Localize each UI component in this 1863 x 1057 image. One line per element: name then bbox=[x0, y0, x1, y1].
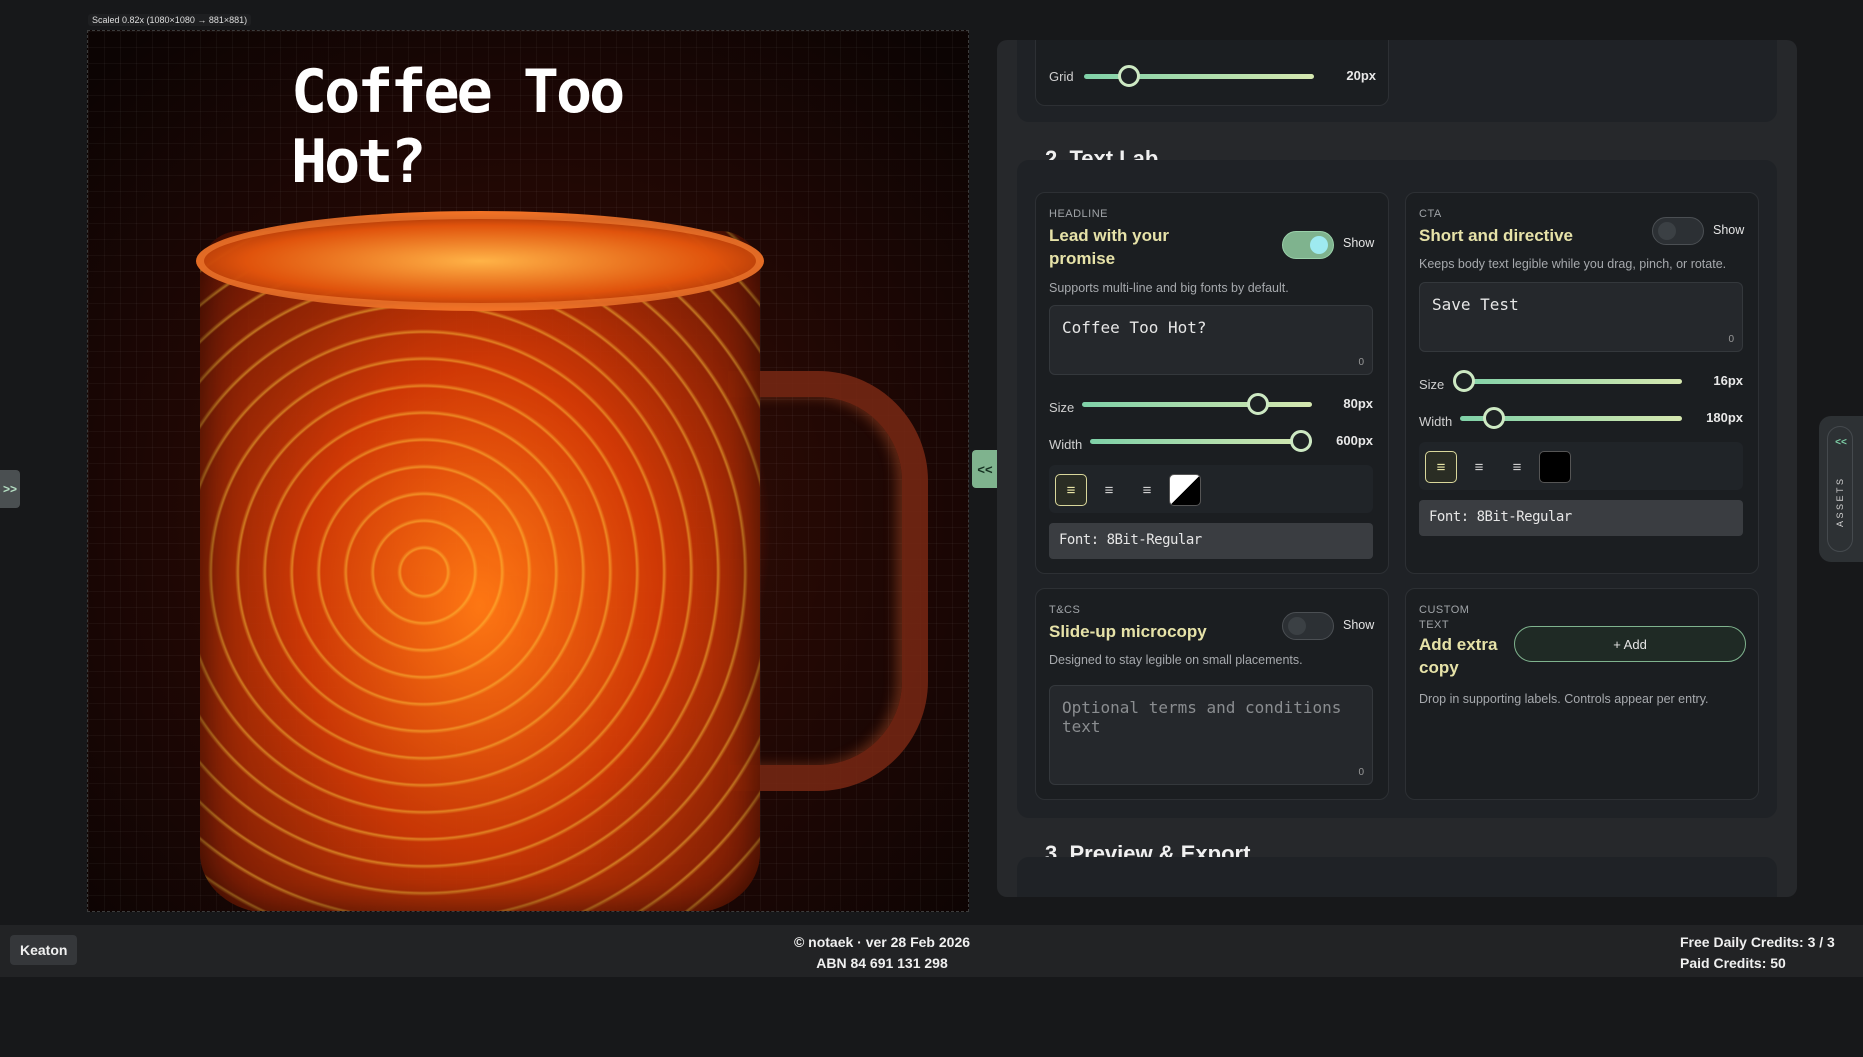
headline-size-thumb[interactable] bbox=[1247, 393, 1269, 415]
tcs-textarea[interactable]: Optional terms and conditions text 0 bbox=[1049, 685, 1373, 785]
align-right-icon[interactable]: ≡ bbox=[1131, 474, 1163, 506]
tcs-card-title: Slide-up microcopy bbox=[1049, 622, 1207, 641]
footer-copyright: © notaek · ver 28 Feb 2026 ABN 84 691 13… bbox=[700, 932, 1064, 974]
toggle-knob bbox=[1310, 236, 1328, 254]
headline-font-select[interactable]: Font: 8Bit-Regular bbox=[1049, 523, 1373, 559]
cta-size-label: Size bbox=[1419, 377, 1445, 392]
cta-eyebrow: CTA bbox=[1419, 208, 1442, 220]
collapse-panel-button[interactable]: << bbox=[972, 450, 998, 488]
headline-width-thumb[interactable] bbox=[1290, 430, 1312, 452]
lava-mug-image bbox=[200, 231, 760, 911]
cta-size-value: 16px bbox=[1713, 373, 1743, 388]
grid-slider-thumb[interactable] bbox=[1118, 65, 1140, 87]
headline-char-count: 0 bbox=[1358, 357, 1364, 368]
tcs-eyebrow: T&CS bbox=[1049, 604, 1081, 616]
cta-align-row: ≡ ≡ ≡ bbox=[1419, 442, 1743, 490]
tcs-card: T&CS Slide-up microcopy Show Designed to… bbox=[1035, 588, 1389, 800]
cta-text-value: Save Test bbox=[1432, 295, 1519, 314]
free-credits: Free Daily Credits: 3 / 3 bbox=[1680, 934, 1835, 950]
mug-rim-image bbox=[196, 211, 764, 311]
cta-width-label: Width bbox=[1419, 414, 1453, 429]
tcs-description: Designed to stay legible on small placem… bbox=[1049, 653, 1303, 667]
cta-card: CTA Short and directive Show Keeps body … bbox=[1405, 192, 1759, 574]
tcs-show-label: Show bbox=[1343, 618, 1375, 632]
tcs-char-count: 0 bbox=[1358, 767, 1364, 778]
layout-section: Grid 20px bbox=[1017, 40, 1777, 122]
cta-size-track[interactable] bbox=[1454, 379, 1682, 384]
toggle-knob bbox=[1658, 222, 1676, 240]
assets-label: ASSETS bbox=[1835, 476, 1845, 527]
headline-textarea[interactable]: Coffee Too Hot? 0 bbox=[1049, 305, 1373, 375]
align-center-icon[interactable]: ≡ bbox=[1093, 474, 1125, 506]
add-custom-text-button[interactable]: + Add bbox=[1514, 626, 1746, 662]
headline-show-toggle[interactable] bbox=[1282, 231, 1334, 259]
design-canvas[interactable]: Coffee Too Hot? bbox=[87, 30, 969, 912]
cta-char-count: 0 bbox=[1728, 334, 1734, 345]
preview-export-section bbox=[1017, 857, 1777, 897]
cta-description: Keeps body text legible while you drag, … bbox=[1419, 257, 1727, 271]
assets-drawer-tab[interactable]: << ASSETS bbox=[1819, 416, 1863, 562]
headline-eyebrow: HEADLINE bbox=[1049, 208, 1109, 220]
headline-width-label: Width bbox=[1049, 437, 1083, 452]
cta-color-swatch[interactable] bbox=[1539, 451, 1571, 483]
custom-description: Drop in supporting labels. Controls appe… bbox=[1419, 692, 1709, 706]
toggle-knob bbox=[1288, 617, 1306, 635]
headline-size-track[interactable] bbox=[1082, 402, 1312, 407]
custom-eyebrow-line1: CUSTOM bbox=[1419, 604, 1470, 616]
headline-text-value: Coffee Too Hot? bbox=[1062, 318, 1207, 337]
headline-card-title: Lead with your promise bbox=[1049, 226, 1169, 268]
expand-left-panel-button[interactable]: >> bbox=[0, 470, 20, 508]
grid-value: 20px bbox=[1346, 68, 1376, 83]
align-left-icon[interactable]: ≡ bbox=[1055, 474, 1087, 506]
cta-width-value: 180px bbox=[1706, 410, 1743, 425]
text-lab-section: HEADLINE Lead with your promise Show Sup… bbox=[1017, 160, 1777, 818]
user-chip[interactable]: Keaton bbox=[10, 935, 78, 965]
headline-size-value: 80px bbox=[1343, 396, 1373, 411]
app-root: Scaled 0.82x (1080×1080 → 881×881) Coffe… bbox=[0, 0, 1863, 1057]
headline-align-row: ≡ ≡ ≡ bbox=[1049, 465, 1373, 513]
scale-label: Scaled 0.82x (1080×1080 → 881×881) bbox=[88, 14, 252, 26]
headline-show-label: Show bbox=[1343, 236, 1375, 250]
headline-description: Supports multi-line and big fonts by def… bbox=[1049, 281, 1289, 295]
cta-card-title: Short and directive bbox=[1419, 226, 1573, 245]
custom-text-card: CUSTOM TEXT Add extra copy + Add Drop in… bbox=[1405, 588, 1759, 800]
headline-width-track[interactable] bbox=[1090, 439, 1312, 444]
cta-font-select[interactable]: Font: 8Bit-Regular bbox=[1419, 500, 1743, 536]
footer: Keaton © notaek · ver 28 Feb 2026 ABN 84… bbox=[0, 925, 1863, 977]
abn-line: ABN 84 691 131 298 bbox=[816, 955, 948, 971]
custom-eyebrow-line2: TEXT bbox=[1419, 619, 1450, 631]
grid-control-card: Grid 20px bbox=[1035, 40, 1389, 106]
paid-credits: Paid Credits: 50 bbox=[1680, 955, 1786, 971]
custom-card-title: Add extra copy bbox=[1419, 635, 1498, 677]
credits-display: Free Daily Credits: 3 / 3 Paid Credits: … bbox=[1680, 932, 1835, 974]
align-right-icon[interactable]: ≡ bbox=[1501, 451, 1533, 483]
headline-size-label: Size bbox=[1049, 400, 1075, 415]
headline-width-value: 600px bbox=[1336, 433, 1373, 448]
cta-show-label: Show bbox=[1713, 223, 1745, 237]
cta-show-toggle[interactable] bbox=[1652, 217, 1704, 245]
canvas-headline-text[interactable]: Coffee Too Hot? bbox=[291, 57, 691, 197]
tcs-show-toggle[interactable] bbox=[1282, 612, 1334, 640]
cta-textarea[interactable]: Save Test 0 bbox=[1419, 282, 1743, 352]
tcs-placeholder: Optional terms and conditions text bbox=[1062, 698, 1342, 736]
headline-card: HEADLINE Lead with your promise Show Sup… bbox=[1035, 192, 1389, 574]
cta-size-thumb[interactable] bbox=[1453, 370, 1475, 392]
assets-tab-inner: << ASSETS bbox=[1827, 426, 1853, 552]
control-panel[interactable]: Grid 20px 2. Text Lab HEADLINE Lead with… bbox=[997, 40, 1797, 897]
cta-width-thumb[interactable] bbox=[1483, 407, 1505, 429]
grid-label: Grid bbox=[1049, 69, 1074, 84]
copyright-line: © notaek · ver 28 Feb 2026 bbox=[793, 934, 971, 950]
align-center-icon[interactable]: ≡ bbox=[1463, 451, 1495, 483]
headline-color-swatch[interactable] bbox=[1169, 474, 1201, 506]
chevron-left-icon: << bbox=[1835, 437, 1847, 448]
align-left-icon[interactable]: ≡ bbox=[1425, 451, 1457, 483]
